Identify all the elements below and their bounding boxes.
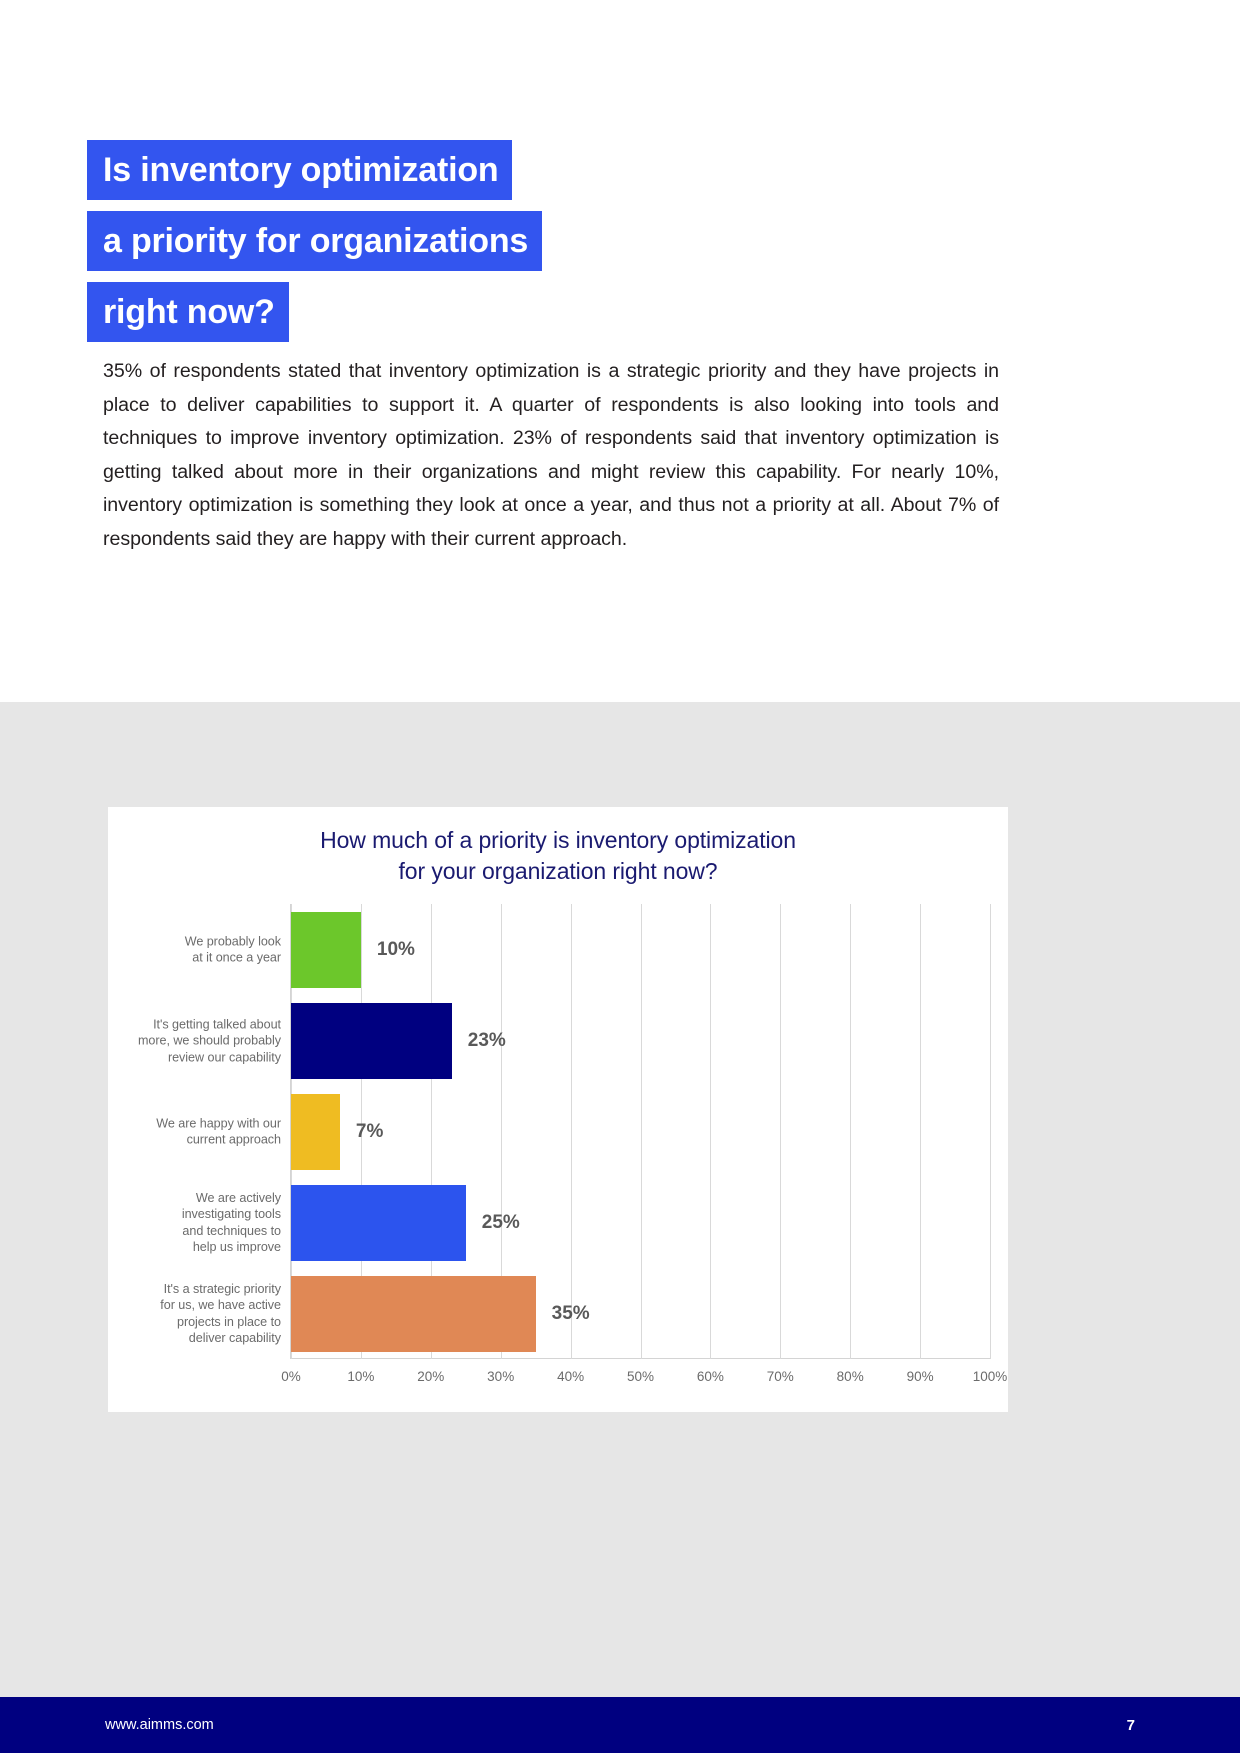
category-label: It's a strategic priority for us, we have… — [109, 1281, 281, 1347]
x-axis-tick-label: 50% — [626, 1369, 655, 1384]
bar-value-label: 35% — [551, 1302, 590, 1324]
category-label-line: We are actively — [195, 1190, 281, 1205]
x-axis-tick-label: 80% — [836, 1369, 864, 1384]
bar-value-label: 10% — [376, 938, 415, 960]
body-paragraph: 35% of respondents stated that inventory… — [103, 360, 999, 550]
x-axis-tick-label: 100% — [972, 1369, 1008, 1384]
bar-5 — [291, 1275, 536, 1352]
x-axis-tick-label: 0% — [281, 1369, 301, 1384]
category-label-line: and techniques to — [182, 1223, 281, 1238]
category-label-line: more, we should probably — [137, 1033, 281, 1048]
page-headline: Is inventory optimization a priority for… — [87, 140, 1037, 353]
chart-card: How much of a priority is inventory opti… — [108, 807, 1008, 1412]
bar-1 — [291, 911, 361, 988]
bar-2 — [291, 1002, 452, 1079]
chart-title-line-1: How much of a priority is inventory opti… — [320, 827, 796, 853]
category-label-line: help us improve — [192, 1240, 281, 1254]
headline-line-1: Is inventory optimization — [87, 140, 513, 200]
category-label-line: deliver capability — [188, 1331, 281, 1345]
category-label-line: We probably look — [184, 934, 281, 948]
category-label-line: It's getting talked about — [153, 1016, 281, 1031]
bar-row: We are happy with our current approach 7% — [156, 1086, 990, 1177]
category-label-line: review our capability — [167, 1049, 281, 1064]
category-label-line: projects in place to — [176, 1314, 281, 1329]
category-label-line: It's a strategic priority — [163, 1281, 281, 1296]
chart-title: How much of a priority is inventory opti… — [108, 825, 1008, 887]
bar-row: It's a strategic priority for us, we have… — [160, 1268, 990, 1359]
category-label: We are happy with our current approach — [109, 1115, 281, 1148]
x-axis-tick-label: 40% — [557, 1369, 585, 1384]
bar-3 — [291, 1093, 340, 1170]
bar-row: We are actively investigating tools and te… — [182, 1177, 990, 1268]
x-axis-tick-label: 30% — [487, 1369, 515, 1384]
category-label-line: We are happy with our — [156, 1116, 281, 1130]
bar-4 — [291, 1184, 466, 1261]
headline-line-3: right now? — [87, 282, 289, 342]
headline-line-2: a priority for organizations — [87, 211, 543, 271]
footer-website-url[interactable]: www.aimms.com — [105, 1717, 214, 1733]
category-label-line: investigating tools — [181, 1207, 281, 1221]
category-label: We are actively investigating tools and te… — [109, 1190, 281, 1256]
gridline-100% — [990, 904, 991, 1359]
category-label: It's getting talked about more, we should… — [109, 1016, 281, 1066]
x-axis-tick-label: 70% — [766, 1369, 794, 1384]
bar-value-label: 23% — [467, 1029, 506, 1051]
category-label-line: for us, we have active — [160, 1298, 281, 1312]
category-label-line: current approach — [186, 1132, 281, 1147]
footer-page-number: 7 — [1126, 1716, 1135, 1734]
category-label-line: at it once a year — [192, 950, 281, 965]
bar-value-label: 25% — [481, 1211, 520, 1233]
bar-row: We probably look at it once a year 10% — [185, 904, 990, 995]
x-axis-tick-label: 10% — [347, 1369, 375, 1384]
chart-title-line-2: for your organization right now? — [398, 858, 718, 884]
x-axis-tick-label: 60% — [696, 1369, 724, 1384]
page-footer: www.aimms.com 7 — [0, 1697, 1240, 1753]
bar-row: It's getting talked about more, we should… — [138, 995, 990, 1086]
page-top-section: Is inventory optimization a priority for… — [0, 0, 1240, 702]
chart-plot-area: 0% 10% 20% 30% 40% 50% 60% 70% 80% 90% 100% We prob… — [138, 904, 1007, 1384]
x-axis-tick-label: 20% — [417, 1369, 445, 1384]
x-axis-tick-label: 90% — [906, 1369, 934, 1384]
bar-value-label: 7% — [355, 1120, 384, 1142]
category-label: We probably look at it once a year — [109, 933, 281, 966]
